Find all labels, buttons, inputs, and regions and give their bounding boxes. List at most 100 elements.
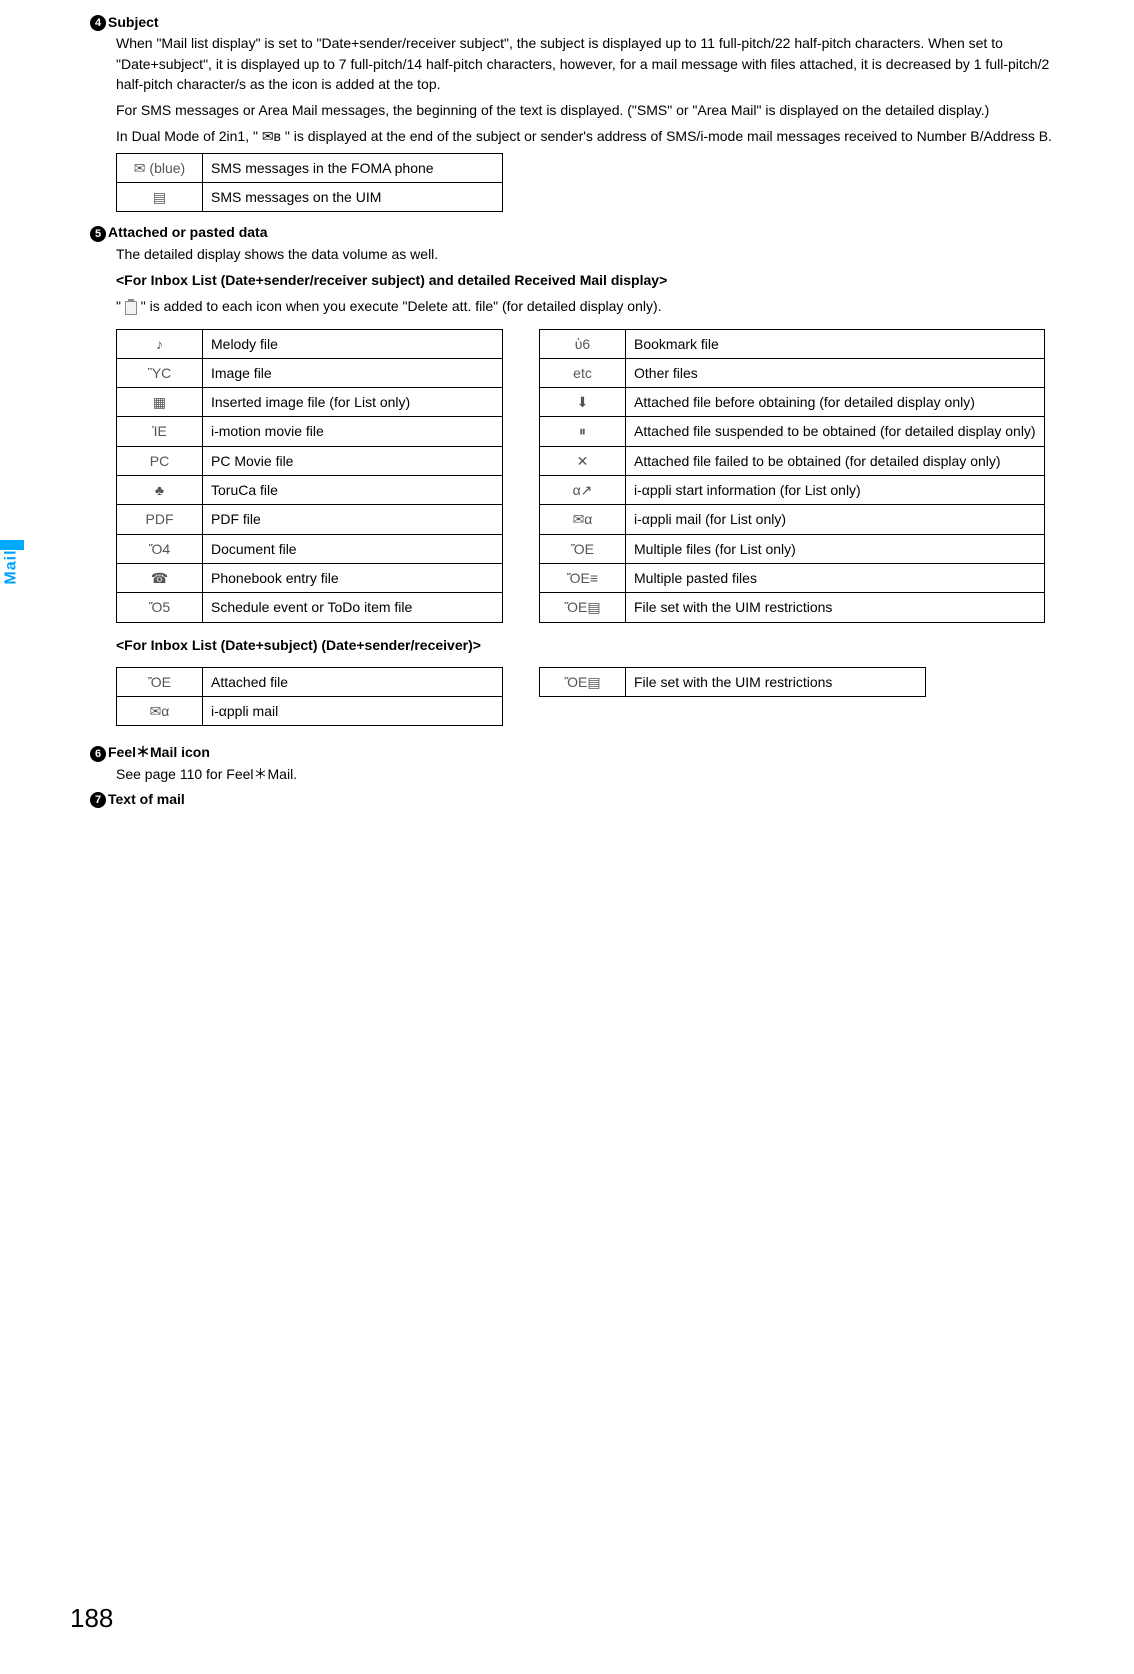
section-subject-head: 4Subject — [90, 14, 1064, 31]
uim-restrict2-label: File set with the UIM restrictions — [626, 667, 926, 696]
bullet-6-icon: 6 — [90, 746, 106, 762]
phonebook-label: Phonebook entry file — [203, 563, 503, 592]
multiple-pasted-icon: ὌE≡ — [540, 563, 626, 592]
sms-blue-label: (blue) — [149, 160, 185, 176]
section-feel-head: 6Feel＊Mail icon — [90, 742, 1064, 762]
image-icon: ὛC — [117, 358, 203, 387]
attached-para2-pre: " — [116, 298, 125, 314]
other-files-icon: etc — [540, 358, 626, 387]
multiple-files-icon: ὌE — [540, 534, 626, 563]
section-attached-head: 5Attached or pasted data — [90, 224, 1064, 241]
iappli-mail-icon: ✉α — [540, 505, 626, 534]
bullet-7-icon: 7 — [90, 792, 106, 808]
document-label: Document file — [203, 534, 503, 563]
feel-body: See page 110 for Feel＊Mail. — [116, 764, 1064, 784]
suspended-icon: ⏸ — [540, 417, 626, 446]
sms-uim-desc: SMS messages on the UIM — [203, 183, 503, 212]
sms-foma-desc: SMS messages in the FOMA phone — [203, 153, 503, 182]
toruca-icon: ♣ — [117, 476, 203, 505]
table-row: ✕Attached file failed to be obtained (fo… — [540, 446, 1045, 475]
feel-para: See page 110 for Feel＊Mail. — [116, 764, 1064, 784]
melody-label: Melody file — [203, 329, 503, 358]
before-obtain-icon: ⬇ — [540, 388, 626, 417]
table-row: ὛCImage file — [117, 358, 503, 387]
table-row: α↗i-αppli start information (for List on… — [540, 476, 1045, 505]
table-row: ▦Inserted image file (for List only) — [117, 388, 503, 417]
schedule-icon: Ὄ5 — [117, 593, 203, 622]
table-row: ⬇Attached file before obtaining (for det… — [540, 388, 1045, 417]
iappli-mail2-icon: ✉α — [117, 697, 203, 726]
iappli-mail2-label: i-αppli mail — [203, 697, 503, 726]
attached-left-table: ♪Melody file ὛCImage file ▦Inserted imag… — [116, 329, 503, 623]
attached-right-table: ὑ6Bookmark file etcOther files ⬇Attached… — [539, 329, 1045, 623]
table-row: ὌE▤File set with the UIM restrictions — [540, 593, 1045, 622]
failed-icon: ✕ — [540, 446, 626, 475]
iappli-mail-label: i-αppli mail (for List only) — [626, 505, 1045, 534]
table-row: PCPC Movie file — [117, 446, 503, 475]
table-row: Ὄ4Document file — [117, 534, 503, 563]
pcmovie-label: PC Movie file — [203, 446, 503, 475]
table-row: ⏸Attached file suspended to be obtained … — [540, 417, 1045, 446]
pcmovie-icon: PC — [117, 446, 203, 475]
table-row: ὌE▤File set with the UIM restrictions — [540, 667, 926, 696]
attached-file-label: Attached file — [203, 667, 503, 696]
attached-body: The detailed display shows the data volu… — [116, 244, 1064, 739]
sms-foma-icon-cell: ✉ (blue) — [117, 153, 203, 182]
section-attached-title: Attached or pasted data — [108, 224, 267, 240]
pdf-label: PDF file — [203, 505, 503, 534]
pdf-icon: PDF — [117, 505, 203, 534]
melody-icon: ♪ — [117, 329, 203, 358]
imotion-icon: ἹE — [117, 417, 203, 446]
subject-para-3: In Dual Mode of 2in1, " ✉ʙ " is displaye… — [116, 126, 1064, 146]
attached-tables-row2: ὌEAttached file ✉αi-αppli mail ὌE▤File s… — [116, 661, 1064, 739]
document-icon: Ὄ4 — [117, 534, 203, 563]
table-row: etcOther files — [540, 358, 1045, 387]
section-feel-title: Feel＊Mail icon — [108, 744, 210, 760]
attached-para2-post: " is added to each icon when you execute… — [137, 298, 662, 314]
table-row: ♣ToruCa file — [117, 476, 503, 505]
table-row: ☎Phonebook entry file — [117, 563, 503, 592]
page-number: 188 — [70, 1603, 113, 1634]
table-row: ὑ6Bookmark file — [540, 329, 1045, 358]
iappli-start-label: i-αppli start information (for List only… — [626, 476, 1045, 505]
table-row: ὌE≡Multiple pasted files — [540, 563, 1045, 592]
attached-tables-row1: ♪Melody file ὛCImage file ▦Inserted imag… — [116, 323, 1064, 635]
inserted-image-icon: ▦ — [117, 388, 203, 417]
suspended-label: Attached file suspended to be obtained (… — [626, 417, 1045, 446]
iappli-start-icon: α↗ — [540, 476, 626, 505]
subject-para-2: For SMS messages or Area Mail messages, … — [116, 100, 1064, 120]
multiple-pasted-label: Multiple pasted files — [626, 563, 1045, 592]
phonebook-icon: ☎ — [117, 563, 203, 592]
table-row: ✉αi-αppli mail (for List only) — [540, 505, 1045, 534]
table-row: Ὄ5Schedule event or ToDo item file — [117, 593, 503, 622]
uim-restrict-icon: ὌE▤ — [540, 593, 626, 622]
table-row: ♪Melody file — [117, 329, 503, 358]
subject-para-1: When "Mail list display" is set to "Date… — [116, 33, 1064, 94]
trash-icon — [125, 301, 137, 315]
inserted-image-label: Inserted image file (for List only) — [203, 388, 503, 417]
before-obtain-label: Attached file before obtaining (for deta… — [626, 388, 1045, 417]
attached-right-table-2: ὌE▤File set with the UIM restrictions — [539, 667, 926, 697]
section-text-head: 7Text of mail — [90, 791, 1064, 808]
side-tab-mail: Mail — [0, 540, 24, 584]
table-row: ✉ (blue) SMS messages in the FOMA phone — [117, 153, 503, 182]
envelope-icon: ✉ — [134, 160, 146, 176]
other-files-label: Other files — [626, 358, 1045, 387]
multiple-files-label: Multiple files (for List only) — [626, 534, 1045, 563]
attached-para-1: The detailed display shows the data volu… — [116, 244, 1064, 264]
schedule-label: Schedule event or ToDo item file — [203, 593, 503, 622]
side-tab-label: Mail — [3, 549, 21, 584]
subject-body: When "Mail list display" is set to "Date… — [116, 33, 1064, 212]
bookmark-icon: ὑ6 — [540, 329, 626, 358]
attached-left-table-2: ὌEAttached file ✉αi-αppli mail — [116, 667, 503, 727]
attached-subhead-1: <For Inbox List (Date+sender/receiver su… — [116, 270, 1064, 290]
table-row: ἹEi-motion movie file — [117, 417, 503, 446]
attached-file-icon: ὌE — [117, 667, 203, 696]
section-subject-title: Subject — [108, 14, 159, 30]
uim-card-icon: ▤ — [153, 189, 166, 205]
uim-restrict2-icon: ὌE▤ — [540, 667, 626, 696]
table-row: ✉αi-αppli mail — [117, 697, 503, 726]
uim-restrict-label: File set with the UIM restrictions — [626, 593, 1045, 622]
bullet-4-icon: 4 — [90, 15, 106, 31]
table-row: ὌEAttached file — [117, 667, 503, 696]
